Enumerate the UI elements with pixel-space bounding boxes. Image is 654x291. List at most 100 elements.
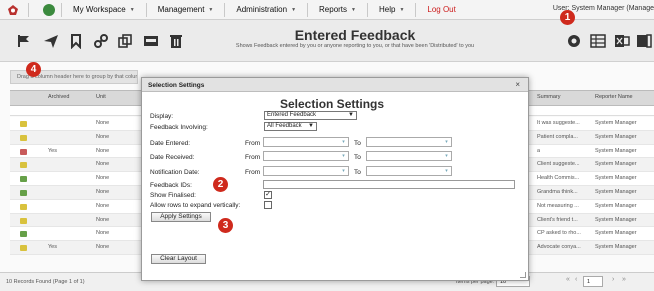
dialog-titlebar[interactable]: Selection Settings × xyxy=(142,78,528,92)
close-icon[interactable]: × xyxy=(515,80,520,89)
home-icon[interactable] xyxy=(43,3,55,16)
date-received-label: Date Received: xyxy=(150,154,195,161)
menu-reports[interactable]: Reports ▼ xyxy=(314,5,361,14)
display-select[interactable]: Entered Feedback ▼ xyxy=(264,111,357,120)
unit-cell: None xyxy=(96,216,110,223)
chevron-down-icon: ▼ xyxy=(129,6,135,13)
summary-cell: It was suggeste... xyxy=(537,120,580,126)
logout-link[interactable]: Log Out xyxy=(422,5,460,14)
reporter-cell: System Manager xyxy=(595,120,637,126)
page-title: Entered Feedback xyxy=(294,27,416,43)
unit-cell: None xyxy=(96,188,110,195)
column-header-reporter[interactable]: Reporter Name xyxy=(595,94,633,100)
allow-rows-expand-label: Allow rows to expand vertically: xyxy=(150,202,241,209)
page-number-input[interactable]: 1 xyxy=(583,276,603,287)
notification-date-label: Notification Date: xyxy=(150,169,200,176)
archived-cell: Yes xyxy=(48,244,57,251)
menu-separator xyxy=(366,2,368,17)
callout-marker-1: 1 xyxy=(560,10,575,25)
menu-my-workspace[interactable]: My Workspace ▼ xyxy=(68,5,140,14)
summary-cell: Patient compla... xyxy=(537,133,578,140)
callout-marker-3: 3 xyxy=(218,218,233,233)
status-icon xyxy=(20,134,27,141)
unit-cell: None xyxy=(96,202,110,209)
status-icon xyxy=(20,231,27,238)
unit-cell: None xyxy=(96,244,110,251)
unit-cell: None xyxy=(96,147,110,154)
date-received-to-input[interactable]: ▾ xyxy=(366,151,452,161)
chevron-down-icon: ▼ xyxy=(348,112,354,118)
next-page-icon[interactable]: › xyxy=(612,276,614,283)
notification-to-input[interactable]: ▾ xyxy=(366,166,452,176)
callout-marker-4: 4 xyxy=(26,62,41,77)
calendar-dropdown-icon[interactable]: ▾ xyxy=(340,168,347,175)
feedback-involving-select[interactable]: All Feedback ▼ xyxy=(264,122,317,131)
clear-layout-button[interactable]: Clear Layout xyxy=(151,254,206,264)
send-icon[interactable] xyxy=(43,33,59,49)
status-icon xyxy=(20,203,27,210)
menu-separator xyxy=(224,2,226,17)
prev-page-icon[interactable]: ‹ xyxy=(575,276,577,283)
calendar-dropdown-icon[interactable]: ▾ xyxy=(443,168,450,175)
unit-cell: None xyxy=(96,175,110,182)
summary-cell: a xyxy=(537,147,541,154)
reporter-cell: System Manager xyxy=(595,244,637,251)
apply-settings-button[interactable]: Apply Settings xyxy=(151,212,211,222)
record-count: 10 Records Found (Page 1 of 1) xyxy=(6,279,85,285)
calendar-dropdown-icon[interactable]: ▾ xyxy=(443,153,450,160)
copy-icon[interactable] xyxy=(117,33,133,49)
unit-cell: None xyxy=(96,120,110,126)
trash-icon[interactable] xyxy=(168,33,184,49)
export-excel-icon[interactable] xyxy=(614,33,630,49)
first-page-icon[interactable]: « xyxy=(566,276,570,283)
column-header-archived[interactable]: Archived xyxy=(48,94,69,100)
grid-view-icon[interactable] xyxy=(590,33,606,49)
allow-rows-expand-checkbox[interactable] xyxy=(264,201,272,209)
feedback-ids-label: Feedback IDs: xyxy=(150,182,192,189)
calendar-dropdown-icon[interactable]: ▾ xyxy=(340,153,347,160)
reporter-cell: System Manager xyxy=(595,230,637,237)
summary-cell: Advocate conya... xyxy=(537,244,581,251)
reporter-cell: System Manager xyxy=(595,202,637,209)
calendar-dropdown-icon[interactable]: ▾ xyxy=(340,139,347,146)
dialog-header-title: Selection Settings xyxy=(148,82,205,89)
summary-cell: Client suggeste... xyxy=(537,161,580,168)
column-header-summary[interactable]: Summary xyxy=(537,94,561,100)
menu-administration[interactable]: Administration ▼ xyxy=(231,5,301,14)
link-icon[interactable] xyxy=(93,33,109,49)
status-icon xyxy=(20,121,27,127)
chevron-down-icon: ▼ xyxy=(291,6,297,13)
dialog-title: Selection Settings xyxy=(280,97,385,111)
reporter-cell: System Manager xyxy=(595,161,637,168)
menu-help[interactable]: Help ▼ xyxy=(374,5,409,14)
reporter-cell: System Manager xyxy=(595,188,637,195)
page-subtitle: Shows Feedback entered by you or anyone … xyxy=(235,43,475,49)
printer-icon[interactable] xyxy=(143,33,159,49)
show-finalised-checkbox[interactable]: ✓ xyxy=(264,191,272,199)
status-icon xyxy=(20,162,27,169)
date-entered-to-input[interactable]: ▾ xyxy=(366,137,452,147)
feedback-ids-input[interactable] xyxy=(263,180,515,189)
summary-cell: CP asked to rho... xyxy=(537,230,581,237)
menu-management[interactable]: Management ▼ xyxy=(153,5,219,14)
gear-icon[interactable] xyxy=(566,33,582,49)
bookmark-icon[interactable] xyxy=(68,33,84,50)
column-header-unit[interactable]: Unit xyxy=(96,94,106,100)
reporter-cell: System Manager xyxy=(595,133,637,140)
date-entered-from-input[interactable]: ▾ xyxy=(263,137,349,147)
status-icon xyxy=(20,176,27,183)
status-icon xyxy=(20,217,27,224)
summary-cell: Health Commis... xyxy=(537,175,580,182)
last-page-icon[interactable]: » xyxy=(622,276,626,283)
resize-grip-icon[interactable] xyxy=(520,272,526,278)
flag-icon[interactable] xyxy=(16,33,32,49)
selection-settings-dialog: Selection Settings × Selection Settings … xyxy=(141,77,529,281)
unit-cell: None xyxy=(96,230,110,237)
columns-icon[interactable] xyxy=(636,33,652,49)
summary-cell: Grandma think... xyxy=(537,188,578,195)
calendar-dropdown-icon[interactable]: ▾ xyxy=(443,139,450,146)
reporter-cell: System Manager xyxy=(595,147,637,154)
app-logo-icon[interactable] xyxy=(4,1,22,19)
notification-from-input[interactable]: ▾ xyxy=(263,166,349,176)
date-received-from-input[interactable]: ▾ xyxy=(263,151,349,161)
